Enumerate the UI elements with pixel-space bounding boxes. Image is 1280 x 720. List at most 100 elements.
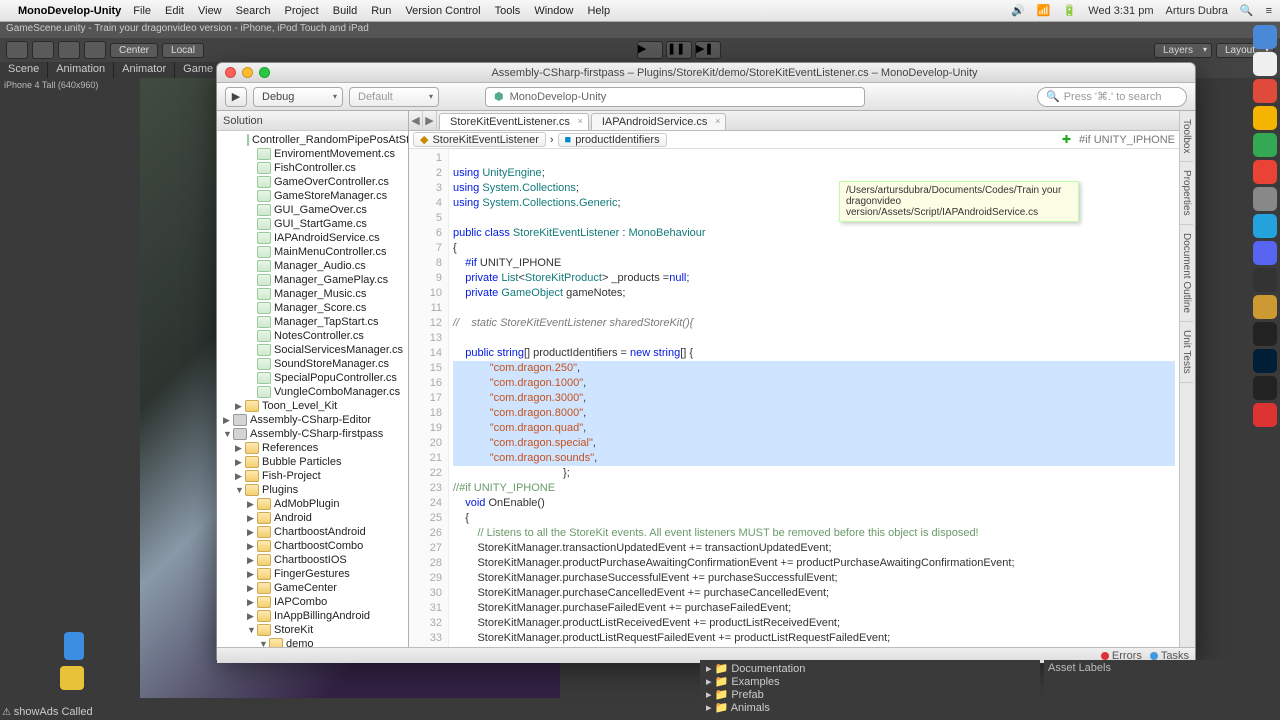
tree-node[interactable]: ▶Android [217,511,408,525]
tree-node[interactable]: ▶AdMobPlugin [217,497,408,511]
tree-node[interactable]: GUI_GameOver.cs [217,203,408,217]
dock-app-icon[interactable] [1253,349,1277,373]
tree-node[interactable]: ▼StoreKit [217,623,408,637]
mac-dock[interactable] [1250,22,1278,430]
tree-node[interactable]: ▶ChartboostCombo [217,539,408,553]
nav-fwd-icon[interactable]: ▶ [423,111,437,129]
tree-node[interactable]: SocialServicesManager.cs [217,343,408,357]
tree-node[interactable]: GameStoreManager.cs [217,189,408,203]
tree-node[interactable]: EnviromentMovement.cs [217,147,408,161]
editor-tab[interactable]: StoreKitEventListener.cs× [439,113,589,130]
tree-node[interactable]: Manager_TapStart.cs [217,315,408,329]
project-row[interactable]: ▸ 📁 Documentation [704,662,1036,675]
tree-node[interactable]: ▼demo [217,637,408,647]
hand-tool-icon[interactable] [6,41,28,59]
close-icon[interactable] [225,67,236,78]
menu-edit[interactable]: Edit [165,5,184,17]
crumb-member[interactable]: ■productIdentifiers [558,133,667,147]
pivot-toggle[interactable]: Center [110,43,158,58]
close-tab-icon[interactable]: × [715,116,720,126]
dock-app-icon[interactable] [1253,376,1277,400]
project-row[interactable]: ▸ 📁 Examples [704,675,1036,688]
config-dropdown[interactable]: Debug [253,87,343,107]
add-icon[interactable]: ✚ [1062,133,1071,146]
app-name[interactable]: MonoDevelop-Unity [18,5,121,17]
rotate-tool-icon[interactable] [58,41,80,59]
pause-icon[interactable]: ❚❚ [666,41,692,59]
tree-node[interactable]: SoundStoreManager.cs [217,357,408,371]
menu-build[interactable]: Build [333,5,357,17]
tree-node[interactable]: Manager_GamePlay.cs [217,273,408,287]
project-row[interactable]: ▸ 📁 Animals [704,701,1036,714]
tree-node[interactable]: SpecialPopuController.cs [217,371,408,385]
tree-node[interactable]: Controller_RandomPipePosAtStart.cs [217,133,408,147]
tree-node[interactable]: Manager_Music.cs [217,287,408,301]
close-tab-icon[interactable]: × [578,116,583,126]
dock-app-icon[interactable] [1253,187,1277,211]
unity-tab-animator[interactable]: Animator [114,62,175,78]
menu-file[interactable]: File [133,5,151,17]
tree-node[interactable]: ▶IAPCombo [217,595,408,609]
menu-versioncontrol[interactable]: Version Control [405,5,480,17]
tree-node[interactable]: ▶ChartboostAndroid [217,525,408,539]
tree-node[interactable]: ▶ChartboostIOS [217,553,408,567]
volume-icon[interactable]: 🔊 [1011,4,1025,17]
dock-app-icon[interactable] [1253,160,1277,184]
minimize-icon[interactable] [242,67,253,78]
nav-back-icon[interactable]: ◀ [409,111,423,129]
tree-node[interactable]: ▶Bubble Particles [217,455,408,469]
menu-tools[interactable]: Tools [495,5,521,17]
target-dropdown[interactable]: Default [349,87,439,107]
notification-icon[interactable]: ≡ [1266,5,1272,17]
play-icon[interactable]: ▶ [637,41,663,59]
tree-node[interactable]: ▼Assembly-CSharp-firstpass [217,427,408,441]
solution-tree[interactable]: Controller_RandomPipePosAtStart.csEnviro… [217,131,408,647]
pad-toolbox[interactable]: Toolbox [1180,111,1193,162]
unity-tab-scene[interactable]: Scene [0,62,48,78]
user-name[interactable]: Arturs Dubra [1166,5,1228,17]
spotlight-icon[interactable]: 🔍 [1240,4,1254,17]
menu-help[interactable]: Help [587,5,610,17]
search-input[interactable]: 🔍 Press '⌘.' to search [1037,87,1187,107]
zoom-icon[interactable] [259,67,270,78]
tree-node[interactable]: FishController.cs [217,161,408,175]
menu-search[interactable]: Search [236,5,271,17]
tree-node[interactable]: Manager_Audio.cs [217,259,408,273]
pad-document-outline[interactable]: Document Outline [1180,225,1193,322]
tree-node[interactable]: GameOverController.cs [217,175,408,189]
tree-node[interactable]: ▶References [217,441,408,455]
tree-node[interactable]: ▶Fish-Project [217,469,408,483]
dock-app-icon[interactable] [1253,295,1277,319]
dock-app-icon[interactable] [1253,25,1277,49]
menu-window[interactable]: Window [534,5,573,17]
menu-view[interactable]: View [198,5,222,17]
wifi-icon[interactable]: 📶 [1037,4,1051,17]
pad-unit-tests[interactable]: Unit Tests [1180,322,1193,383]
layers-dropdown[interactable]: Layers [1154,43,1212,58]
tree-node[interactable]: ▶FingerGestures [217,567,408,581]
tree-node[interactable]: ▼Plugins [217,483,408,497]
battery-icon[interactable]: 🔋 [1063,4,1077,17]
step-icon[interactable]: ▶❚ [695,41,721,59]
dock-app-icon[interactable] [1253,403,1277,427]
tree-node[interactable]: NotesController.cs [217,329,408,343]
dock-app-icon[interactable] [1253,214,1277,238]
dock-app-icon[interactable] [1253,241,1277,265]
project-row[interactable]: ▸ 📁 Prefab [704,688,1036,701]
crumb-class[interactable]: ◆StoreKitEventListener [413,132,546,147]
code-editor[interactable]: 1234567891011121314151617181920212223242… [409,149,1179,647]
dock-app-icon[interactable] [1253,79,1277,103]
dock-app-icon[interactable] [1253,52,1277,76]
tree-node[interactable]: GUI_StartGame.cs [217,217,408,231]
dock-app-icon[interactable] [1253,268,1277,292]
dock-app-icon[interactable] [1253,133,1277,157]
space-toggle[interactable]: Local [162,43,204,58]
tree-node[interactable]: Manager_Score.cs [217,301,408,315]
tree-node[interactable]: ▶GameCenter [217,581,408,595]
tree-node[interactable]: VungleComboManager.cs [217,385,408,399]
dock-app-icon[interactable] [1253,106,1277,130]
menu-project[interactable]: Project [285,5,319,17]
tree-node[interactable]: MainMenuController.cs [217,245,408,259]
source[interactable]: using UnityEngine;using System.Collectio… [449,149,1179,647]
scale-tool-icon[interactable] [84,41,106,59]
